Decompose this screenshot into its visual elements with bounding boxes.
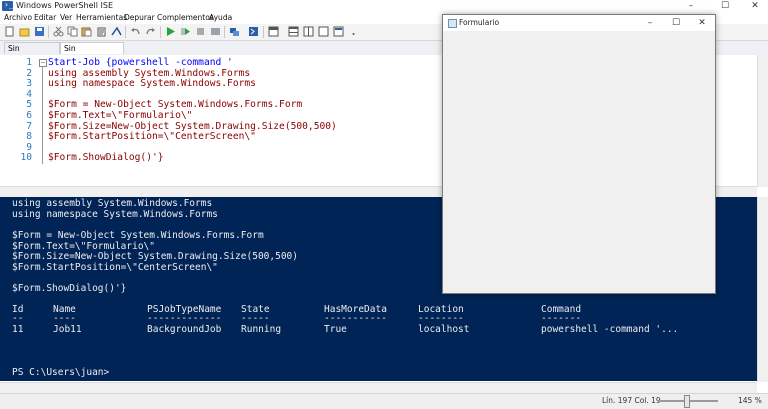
- toolbar-separator: [48, 26, 49, 38]
- job-table-underline: --------: [418, 313, 464, 324]
- run-icon-alt[interactable]: [111, 26, 122, 37]
- line-number: 6: [26, 110, 32, 121]
- minimize-button[interactable]: –: [676, 0, 706, 13]
- window-title: Windows PowerShell ISE: [16, 1, 113, 10]
- menu-ver[interactable]: Ver: [60, 13, 72, 22]
- toolbar-separator: [224, 26, 225, 38]
- formulario-window[interactable]: Formulario – ☐ ✕: [442, 14, 716, 294]
- show-script-top-icon[interactable]: [268, 26, 279, 37]
- formulario-title-bar[interactable]: Formulario – ☐ ✕: [443, 15, 715, 31]
- menu-editar[interactable]: Editar: [34, 13, 56, 22]
- tab-sin-titulo1[interactable]: Sin título1.ps1*: [4, 42, 60, 65]
- code-line: $Form.Text=\"Formulario\": [48, 110, 193, 121]
- console-line: $Form.Size=New-Object System.Drawing.Siz…: [12, 251, 298, 262]
- menu-ayuda[interactable]: Ayuda: [209, 13, 232, 22]
- debug-icon[interactable]: [210, 26, 221, 37]
- menu-depurar[interactable]: Depurar: [124, 13, 155, 22]
- code-line: Start-Job {powershell -command ': [48, 57, 233, 68]
- close-button[interactable]: ✕: [740, 0, 768, 13]
- show-commands-icon[interactable]: [333, 26, 344, 37]
- toolbar-overflow-icon[interactable]: [348, 26, 359, 37]
- console-prompt[interactable]: PS C:\Users\juan>: [12, 367, 109, 379]
- toolbar-separator: [125, 26, 126, 38]
- job-table-cell: BackgroundJob: [147, 324, 222, 335]
- window-title-bar: [0, 0, 768, 13]
- menu-archivo[interactable]: Archivo: [4, 13, 32, 22]
- toolbar-separator: [263, 26, 264, 38]
- show-console-icon[interactable]: [318, 26, 329, 37]
- undo-icon[interactable]: [130, 26, 141, 37]
- editor-vertical-scrollbar[interactable]: [757, 55, 768, 187]
- formulario-title: Formulario: [459, 18, 500, 27]
- line-column-indicator: Lín. 197 Col. 19: [602, 396, 661, 405]
- form-window-icon: [448, 19, 457, 28]
- run-icon[interactable]: [165, 26, 176, 37]
- save-icon[interactable]: [34, 26, 45, 37]
- open-icon[interactable]: [19, 26, 30, 37]
- job-table-cell: Running: [241, 324, 282, 335]
- form-maximize-button[interactable]: ☐: [663, 15, 689, 31]
- form-minimize-button[interactable]: –: [637, 15, 663, 31]
- code-line: $Form.ShowDialog()'}: [48, 152, 164, 164]
- console-line: $Form.StartPosition=\"CenterScreen\": [12, 261, 218, 273]
- console-line: using assembly System.Windows.Forms: [12, 198, 213, 209]
- tab-sin-titulo2[interactable]: Sin título2.ps1* ✕: [60, 42, 124, 65]
- code-line: using namespace System.Windows.Forms: [48, 78, 256, 90]
- new-file-icon[interactable]: [4, 26, 15, 37]
- outline-guide: [42, 67, 43, 164]
- copy-icon[interactable]: [67, 26, 78, 37]
- job-table-underline: -----: [241, 313, 270, 324]
- job-table-cell: powershell -command '...: [541, 324, 679, 335]
- collapse-region-icon[interactable]: −: [39, 59, 47, 67]
- powershell-logo-icon: ›_: [2, 0, 14, 11]
- redo-icon[interactable]: [145, 26, 156, 37]
- job-table-cell: localhost: [418, 324, 470, 335]
- job-table-cell: True: [324, 324, 347, 335]
- console-line: using namespace System.Windows.Forms: [12, 208, 218, 220]
- job-table-cell: 11: [12, 324, 24, 335]
- run-selection-icon[interactable]: [180, 26, 191, 37]
- job-table-underline: -----------: [324, 313, 387, 324]
- console-line: $Form = New-Object System.Windows.Forms.…: [12, 230, 264, 241]
- console-horizontal-scrollbar[interactable]: [0, 382, 757, 393]
- menu-complementos[interactable]: Complementos: [157, 13, 214, 22]
- form-close-button[interactable]: ✕: [689, 15, 715, 31]
- show-script-max-icon[interactable]: [303, 26, 314, 37]
- job-table-underline: -------: [541, 313, 582, 324]
- maximize-button[interactable]: ☐: [710, 0, 740, 13]
- console-vertical-scrollbar[interactable]: [757, 197, 768, 382]
- powershell-icon[interactable]: [248, 26, 259, 37]
- show-script-right-icon[interactable]: [288, 26, 299, 37]
- code-line: $Form.StartPosition=\"CenterScreen\": [48, 131, 256, 143]
- stop-icon[interactable]: [195, 26, 206, 37]
- zoom-slider-thumb[interactable]: [684, 395, 690, 408]
- zoom-level: 145 %: [738, 396, 762, 405]
- menu-herramientas[interactable]: Herramientas: [76, 13, 127, 22]
- cut-icon[interactable]: [53, 26, 64, 37]
- clear-icon[interactable]: [96, 26, 107, 37]
- paste-icon[interactable]: [81, 26, 92, 37]
- job-table-underline: --: [12, 313, 24, 324]
- job-table-underline: ----: [53, 313, 76, 324]
- console-line: $Form.ShowDialog()'}: [12, 282, 127, 294]
- remote-powershell-icon[interactable]: [229, 26, 240, 37]
- toolbar-separator: [160, 26, 161, 38]
- job-table-underline: -------------: [147, 313, 222, 324]
- job-table-cell: Job11: [53, 324, 82, 335]
- line-number: 10: [20, 152, 32, 164]
- line-number: 1: [26, 57, 32, 68]
